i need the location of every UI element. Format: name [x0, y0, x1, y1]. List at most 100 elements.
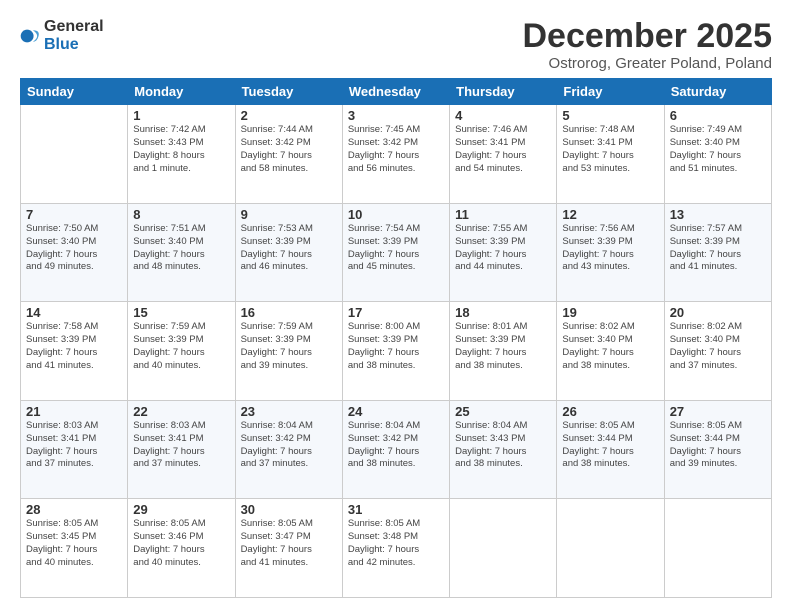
cell-2-2: 16Sunrise: 7:59 AMSunset: 3:39 PMDayligh…	[235, 302, 342, 401]
cell-4-0: 28Sunrise: 8:05 AMSunset: 3:45 PMDayligh…	[21, 499, 128, 598]
day-number-4-3: 31	[348, 502, 444, 517]
day-info-2-2: Sunrise: 7:59 AMSunset: 3:39 PMDaylight:…	[241, 321, 337, 372]
day-number-2-1: 15	[133, 305, 229, 320]
cell-4-5	[557, 499, 664, 598]
cell-2-4: 18Sunrise: 8:01 AMSunset: 3:39 PMDayligh…	[450, 302, 557, 401]
day-number-1-3: 10	[348, 207, 444, 222]
calendar-title: December 2025	[522, 18, 772, 55]
day-number-0-6: 6	[670, 108, 766, 123]
col-tuesday: Tuesday	[235, 79, 342, 105]
cell-0-1: 1Sunrise: 7:42 AMSunset: 3:43 PMDaylight…	[128, 105, 235, 204]
day-number-1-1: 8	[133, 207, 229, 222]
cell-0-5: 5Sunrise: 7:48 AMSunset: 3:41 PMDaylight…	[557, 105, 664, 204]
cell-0-6: 6Sunrise: 7:49 AMSunset: 3:40 PMDaylight…	[664, 105, 771, 204]
title-area: December 2025 Ostrorog, Greater Poland, …	[522, 18, 772, 72]
week-row-4: 28Sunrise: 8:05 AMSunset: 3:45 PMDayligh…	[21, 499, 772, 598]
col-wednesday: Wednesday	[342, 79, 449, 105]
day-number-0-2: 2	[241, 108, 337, 123]
day-number-3-3: 24	[348, 404, 444, 419]
logo-text-general: General	[44, 18, 104, 35]
cell-3-1: 22Sunrise: 8:03 AMSunset: 3:41 PMDayligh…	[128, 400, 235, 499]
cell-4-2: 30Sunrise: 8:05 AMSunset: 3:47 PMDayligh…	[235, 499, 342, 598]
cell-2-5: 19Sunrise: 8:02 AMSunset: 3:40 PMDayligh…	[557, 302, 664, 401]
day-info-3-4: Sunrise: 8:04 AMSunset: 3:43 PMDaylight:…	[455, 420, 551, 471]
logo-icon	[20, 26, 40, 46]
day-info-3-3: Sunrise: 8:04 AMSunset: 3:42 PMDaylight:…	[348, 420, 444, 471]
day-number-0-4: 4	[455, 108, 551, 123]
page: General Blue December 2025 Ostrorog, Gre…	[0, 0, 792, 612]
week-row-1: 7Sunrise: 7:50 AMSunset: 3:40 PMDaylight…	[21, 203, 772, 302]
cell-1-4: 11Sunrise: 7:55 AMSunset: 3:39 PMDayligh…	[450, 203, 557, 302]
cell-1-2: 9Sunrise: 7:53 AMSunset: 3:39 PMDaylight…	[235, 203, 342, 302]
day-number-4-1: 29	[133, 502, 229, 517]
cell-2-1: 15Sunrise: 7:59 AMSunset: 3:39 PMDayligh…	[128, 302, 235, 401]
cell-0-3: 3Sunrise: 7:45 AMSunset: 3:42 PMDaylight…	[342, 105, 449, 204]
cell-4-3: 31Sunrise: 8:05 AMSunset: 3:48 PMDayligh…	[342, 499, 449, 598]
day-number-0-3: 3	[348, 108, 444, 123]
day-info-4-2: Sunrise: 8:05 AMSunset: 3:47 PMDaylight:…	[241, 518, 337, 569]
day-info-3-6: Sunrise: 8:05 AMSunset: 3:44 PMDaylight:…	[670, 420, 766, 471]
day-info-0-5: Sunrise: 7:48 AMSunset: 3:41 PMDaylight:…	[562, 124, 658, 175]
cell-1-1: 8Sunrise: 7:51 AMSunset: 3:40 PMDaylight…	[128, 203, 235, 302]
day-number-4-2: 30	[241, 502, 337, 517]
day-info-0-3: Sunrise: 7:45 AMSunset: 3:42 PMDaylight:…	[348, 124, 444, 175]
cell-1-5: 12Sunrise: 7:56 AMSunset: 3:39 PMDayligh…	[557, 203, 664, 302]
day-info-0-1: Sunrise: 7:42 AMSunset: 3:43 PMDaylight:…	[133, 124, 229, 175]
cell-2-0: 14Sunrise: 7:58 AMSunset: 3:39 PMDayligh…	[21, 302, 128, 401]
day-info-2-0: Sunrise: 7:58 AMSunset: 3:39 PMDaylight:…	[26, 321, 122, 372]
day-number-0-1: 1	[133, 108, 229, 123]
calendar-subtitle: Ostrorog, Greater Poland, Poland	[522, 55, 772, 72]
day-number-1-0: 7	[26, 207, 122, 222]
day-info-0-2: Sunrise: 7:44 AMSunset: 3:42 PMDaylight:…	[241, 124, 337, 175]
day-number-4-0: 28	[26, 502, 122, 517]
day-info-2-1: Sunrise: 7:59 AMSunset: 3:39 PMDaylight:…	[133, 321, 229, 372]
day-number-0-5: 5	[562, 108, 658, 123]
day-info-3-1: Sunrise: 8:03 AMSunset: 3:41 PMDaylight:…	[133, 420, 229, 471]
day-number-3-2: 23	[241, 404, 337, 419]
cell-3-3: 24Sunrise: 8:04 AMSunset: 3:42 PMDayligh…	[342, 400, 449, 499]
week-row-3: 21Sunrise: 8:03 AMSunset: 3:41 PMDayligh…	[21, 400, 772, 499]
day-number-3-5: 26	[562, 404, 658, 419]
col-sunday: Sunday	[21, 79, 128, 105]
day-info-2-6: Sunrise: 8:02 AMSunset: 3:40 PMDaylight:…	[670, 321, 766, 372]
header: General Blue December 2025 Ostrorog, Gre…	[20, 18, 772, 72]
day-info-4-1: Sunrise: 8:05 AMSunset: 3:46 PMDaylight:…	[133, 518, 229, 569]
day-number-2-2: 16	[241, 305, 337, 320]
day-info-3-2: Sunrise: 8:04 AMSunset: 3:42 PMDaylight:…	[241, 420, 337, 471]
cell-1-6: 13Sunrise: 7:57 AMSunset: 3:39 PMDayligh…	[664, 203, 771, 302]
day-number-1-5: 12	[562, 207, 658, 222]
cell-3-6: 27Sunrise: 8:05 AMSunset: 3:44 PMDayligh…	[664, 400, 771, 499]
cell-3-5: 26Sunrise: 8:05 AMSunset: 3:44 PMDayligh…	[557, 400, 664, 499]
cell-1-0: 7Sunrise: 7:50 AMSunset: 3:40 PMDaylight…	[21, 203, 128, 302]
calendar-table: Sunday Monday Tuesday Wednesday Thursday…	[20, 78, 772, 598]
day-number-2-5: 19	[562, 305, 658, 320]
day-number-3-6: 27	[670, 404, 766, 419]
col-thursday: Thursday	[450, 79, 557, 105]
cell-3-2: 23Sunrise: 8:04 AMSunset: 3:42 PMDayligh…	[235, 400, 342, 499]
day-number-2-4: 18	[455, 305, 551, 320]
cell-2-3: 17Sunrise: 8:00 AMSunset: 3:39 PMDayligh…	[342, 302, 449, 401]
cell-2-6: 20Sunrise: 8:02 AMSunset: 3:40 PMDayligh…	[664, 302, 771, 401]
day-info-0-4: Sunrise: 7:46 AMSunset: 3:41 PMDaylight:…	[455, 124, 551, 175]
day-info-2-4: Sunrise: 8:01 AMSunset: 3:39 PMDaylight:…	[455, 321, 551, 372]
logo-text-blue: Blue	[44, 36, 79, 53]
day-info-1-2: Sunrise: 7:53 AMSunset: 3:39 PMDaylight:…	[241, 223, 337, 274]
day-number-3-1: 22	[133, 404, 229, 419]
logo: General Blue	[20, 18, 104, 54]
cell-1-3: 10Sunrise: 7:54 AMSunset: 3:39 PMDayligh…	[342, 203, 449, 302]
day-number-2-6: 20	[670, 305, 766, 320]
day-info-2-5: Sunrise: 8:02 AMSunset: 3:40 PMDaylight:…	[562, 321, 658, 372]
col-friday: Friday	[557, 79, 664, 105]
cell-0-0	[21, 105, 128, 204]
cell-3-0: 21Sunrise: 8:03 AMSunset: 3:41 PMDayligh…	[21, 400, 128, 499]
day-info-4-0: Sunrise: 8:05 AMSunset: 3:45 PMDaylight:…	[26, 518, 122, 569]
cell-0-4: 4Sunrise: 7:46 AMSunset: 3:41 PMDaylight…	[450, 105, 557, 204]
day-number-3-4: 25	[455, 404, 551, 419]
cell-4-1: 29Sunrise: 8:05 AMSunset: 3:46 PMDayligh…	[128, 499, 235, 598]
day-info-2-3: Sunrise: 8:00 AMSunset: 3:39 PMDaylight:…	[348, 321, 444, 372]
day-number-2-3: 17	[348, 305, 444, 320]
day-number-1-4: 11	[455, 207, 551, 222]
day-info-1-5: Sunrise: 7:56 AMSunset: 3:39 PMDaylight:…	[562, 223, 658, 274]
col-monday: Monday	[128, 79, 235, 105]
week-row-0: 1Sunrise: 7:42 AMSunset: 3:43 PMDaylight…	[21, 105, 772, 204]
